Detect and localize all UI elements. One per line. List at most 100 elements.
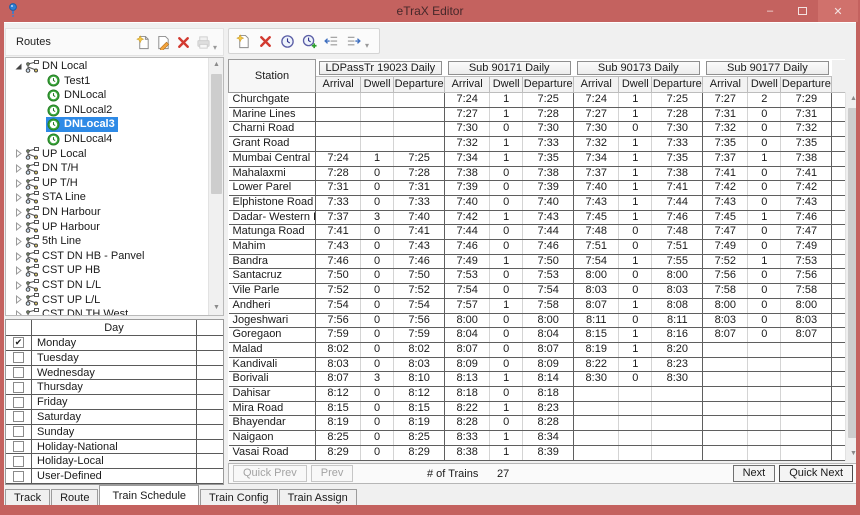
checkbox-wednesday[interactable]: [13, 367, 24, 378]
new-train-icon[interactable]: [233, 31, 253, 51]
time-cell[interactable]: 0: [748, 313, 781, 328]
time-cell[interactable]: 0: [748, 166, 781, 181]
time-cell[interactable]: 7:41: [394, 225, 445, 240]
time-cell[interactable]: 0: [361, 254, 394, 269]
time-cell[interactable]: 7:46: [394, 254, 445, 269]
time-cell[interactable]: 7:44: [445, 225, 490, 240]
time-cell[interactable]: 8:34: [523, 431, 574, 446]
time-cell[interactable]: 8:04: [445, 328, 490, 343]
time-cell[interactable]: 0: [361, 387, 394, 402]
time-cell[interactable]: [619, 445, 652, 460]
time-cell[interactable]: 7:24: [574, 93, 619, 108]
time-cell[interactable]: 7:33: [316, 195, 361, 210]
time-cell[interactable]: 0: [490, 181, 523, 196]
time-cell[interactable]: 7:54: [394, 298, 445, 313]
time-cell[interactable]: 0: [748, 137, 781, 152]
time-cell[interactable]: [703, 357, 748, 372]
time-cell[interactable]: 0: [361, 342, 394, 357]
time-cell[interactable]: 1: [490, 107, 523, 122]
time-cell[interactable]: 7:43: [394, 240, 445, 255]
time-cell[interactable]: 7:52: [703, 254, 748, 269]
time-cell[interactable]: 7:33: [523, 137, 574, 152]
time-cell[interactable]: 0: [490, 313, 523, 328]
time-cell[interactable]: 7:59: [316, 328, 361, 343]
time-cell[interactable]: 0: [619, 269, 652, 284]
delete-train-icon[interactable]: [255, 31, 275, 51]
time-cell[interactable]: 8:02: [316, 342, 361, 357]
prev-button[interactable]: Prev: [311, 465, 354, 482]
quick-prev-button[interactable]: Quick Prev: [233, 465, 307, 482]
time-cell[interactable]: 8:07: [445, 342, 490, 357]
time-cell[interactable]: 1: [490, 210, 523, 225]
time-cell[interactable]: 8:14: [523, 372, 574, 387]
time-cell[interactable]: 7:51: [652, 240, 703, 255]
time-cell[interactable]: 7:48: [574, 225, 619, 240]
time-cell[interactable]: 8:25: [394, 431, 445, 446]
time-cell[interactable]: 7:38: [652, 166, 703, 181]
scroll-up-icon[interactable]: ▲: [846, 92, 856, 106]
time-cell[interactable]: 7:48: [652, 225, 703, 240]
time-cell[interactable]: 7:58: [703, 284, 748, 299]
tab-train-schedule[interactable]: Train Schedule: [99, 485, 199, 505]
time-cell[interactable]: 0: [748, 240, 781, 255]
time-cell[interactable]: 7:45: [574, 210, 619, 225]
collapsed-twisty-icon[interactable]: [12, 164, 24, 173]
time-cell[interactable]: 8:00: [781, 298, 832, 313]
time-cell[interactable]: 7:50: [316, 269, 361, 284]
time-cell[interactable]: 7:31: [394, 181, 445, 196]
time-cell[interactable]: 8:18: [445, 387, 490, 402]
time-cell[interactable]: 8:00: [445, 313, 490, 328]
time-cell[interactable]: 7:52: [316, 284, 361, 299]
time-cell[interactable]: 0: [490, 240, 523, 255]
time-cell[interactable]: 7:56: [781, 269, 832, 284]
time-cell[interactable]: 7:58: [523, 298, 574, 313]
tree-item-cst-dn-l-l[interactable]: CST DN L/L: [6, 278, 208, 293]
time-cell[interactable]: 8:12: [316, 387, 361, 402]
time-cell[interactable]: [574, 445, 619, 460]
scroll-up-icon[interactable]: ▲: [209, 58, 224, 72]
tree-item-cst-dn-th-west[interactable]: CST DN TH West: [6, 307, 208, 315]
quick-next-button[interactable]: Quick Next: [779, 465, 853, 482]
time-cell[interactable]: 7:25: [652, 93, 703, 108]
time-cell[interactable]: [748, 342, 781, 357]
time-cell[interactable]: 7:50: [523, 254, 574, 269]
time-cell[interactable]: 0: [361, 225, 394, 240]
tree-item-dn-t-h[interactable]: DN T/H: [6, 161, 208, 176]
time-cell[interactable]: [394, 122, 445, 137]
scroll-down-icon[interactable]: ▼: [209, 301, 224, 315]
time-cell[interactable]: 0: [490, 328, 523, 343]
time-cell[interactable]: 8:03: [394, 357, 445, 372]
time-cell[interactable]: 8:11: [574, 313, 619, 328]
time-cell[interactable]: 1: [490, 445, 523, 460]
time-cell[interactable]: 7:56: [703, 269, 748, 284]
time-cell[interactable]: [652, 387, 703, 402]
time-cell[interactable]: 8:29: [316, 445, 361, 460]
tree-item-test1[interactable]: Test1: [6, 74, 208, 89]
time-cell[interactable]: 8:19: [316, 416, 361, 431]
time-cell[interactable]: 7:41: [781, 166, 832, 181]
time-cell[interactable]: 7:59: [394, 328, 445, 343]
time-cell[interactable]: 7:46: [652, 210, 703, 225]
time-cell[interactable]: [781, 416, 832, 431]
time-cell[interactable]: 1: [748, 151, 781, 166]
train-header-sub-90173-daily[interactable]: Sub 90173 Daily: [577, 61, 700, 75]
time-cell[interactable]: 0: [361, 181, 394, 196]
edit-route-icon[interactable]: [153, 32, 173, 52]
tree-item-up-harbour[interactable]: UP Harbour: [6, 220, 208, 235]
time-cell[interactable]: 7:27: [445, 107, 490, 122]
collapsed-twisty-icon[interactable]: [12, 295, 24, 304]
time-cell[interactable]: 0: [619, 313, 652, 328]
time-cell[interactable]: [781, 342, 832, 357]
time-cell[interactable]: 8:03: [781, 313, 832, 328]
time-cell[interactable]: 0: [361, 269, 394, 284]
time-cell[interactable]: 7:30: [652, 122, 703, 137]
time-cell[interactable]: 0: [619, 240, 652, 255]
schedule-toolbar-overflow[interactable]: ▾: [365, 41, 375, 53]
time-cell[interactable]: 7:34: [574, 151, 619, 166]
time-cell[interactable]: 8:39: [523, 445, 574, 460]
checkbox-tuesday[interactable]: [13, 352, 24, 363]
time-cell[interactable]: 1: [490, 298, 523, 313]
time-cell[interactable]: 7:24: [445, 93, 490, 108]
schedule-scrollbar-thumb[interactable]: [848, 108, 856, 438]
time-cell[interactable]: 7:30: [523, 122, 574, 137]
